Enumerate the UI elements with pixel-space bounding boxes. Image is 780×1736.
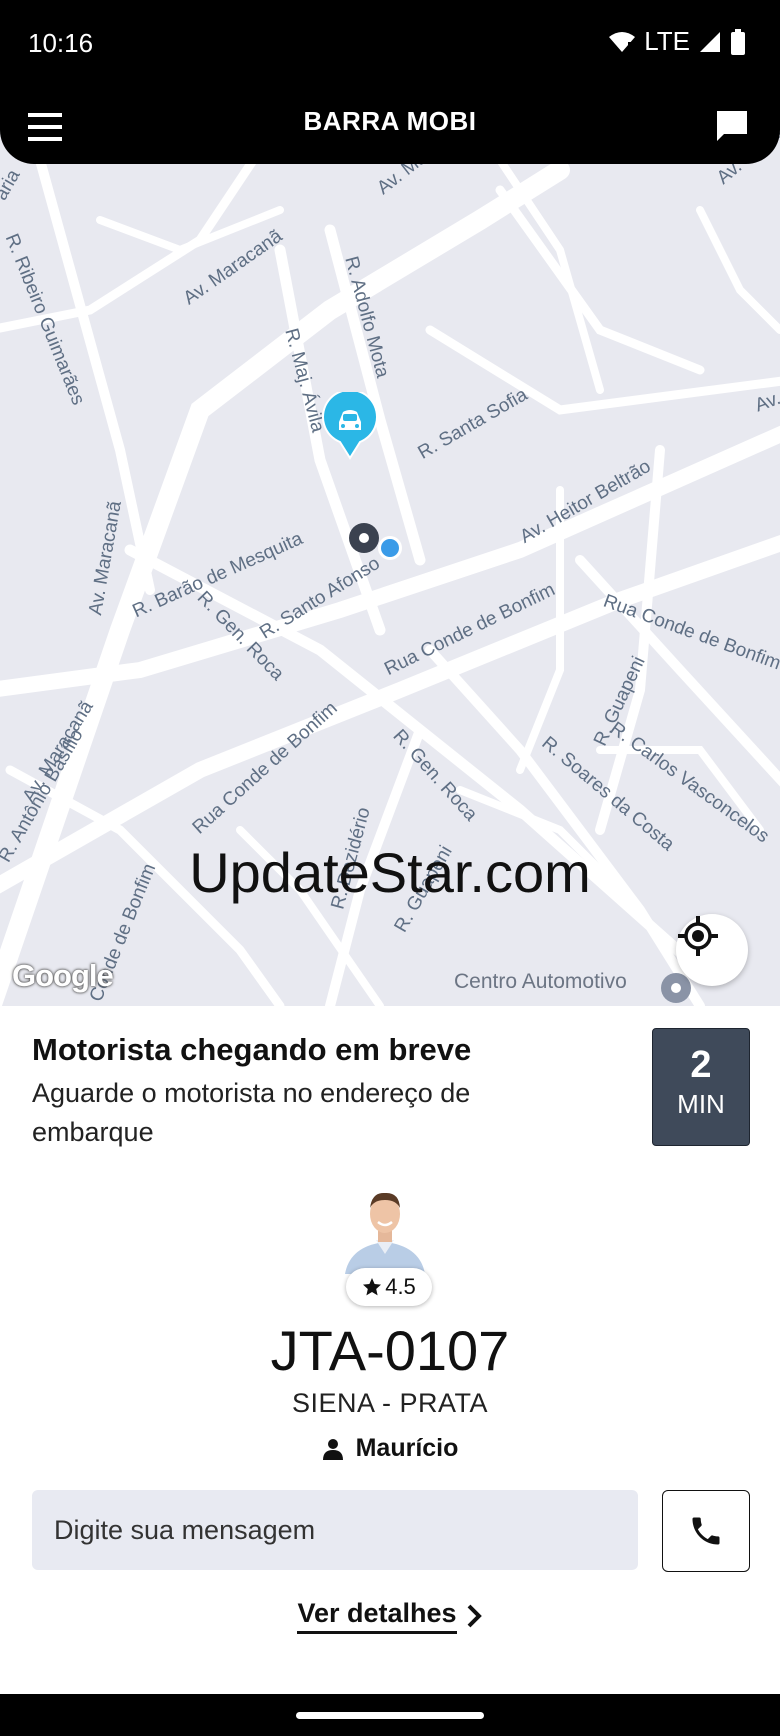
driver-avatar: [340, 1184, 430, 1274]
car-marker-icon: [322, 392, 378, 460]
details-label: Ver detalhes: [297, 1598, 457, 1634]
arrival-title: Motorista chegando em breve: [32, 1032, 472, 1067]
status-icons: LTE: [608, 26, 746, 57]
vehicle-plate: JTA-0107: [270, 1319, 510, 1382]
chevron-right-icon: [467, 1604, 482, 1628]
current-location-icon: [378, 536, 402, 560]
phone-icon: [692, 1517, 720, 1545]
home-gesture-pill[interactable]: [296, 1712, 484, 1719]
network-type: LTE: [644, 26, 690, 56]
map[interactable]: Av. Maracanã Av. Maracanã R. Ribeiro Gui…: [0, 130, 780, 1006]
battery-icon: [731, 28, 745, 55]
watermark: UpdateStar.com: [189, 841, 591, 904]
star-icon: [363, 1278, 382, 1296]
eta-badge: 2 MIN: [652, 1028, 750, 1146]
signal-icon: [700, 31, 720, 52]
driver-rating: 4.5: [346, 1268, 432, 1306]
eta-unit: MIN: [677, 1089, 725, 1119]
chat-icon: [717, 111, 747, 141]
system-nav-bar: [0, 1694, 780, 1736]
message-input[interactable]: [32, 1490, 638, 1570]
vehicle-model: SIENA - PRATA: [291, 1388, 489, 1418]
person-icon: [322, 1438, 343, 1460]
pickup-marker-icon: [349, 523, 379, 553]
app-bar: BARRA MOBI: [0, 90, 780, 164]
wifi-icon: [609, 31, 636, 53]
poi-marker-icon: [661, 973, 691, 1003]
trip-sheet: Motorista chegando em breve Aguarde o mo…: [0, 1006, 780, 1694]
status-time: 10:16: [28, 28, 94, 58]
poi-label: Centro Automotivo: [454, 970, 627, 993]
driver-name-row: Maurício: [0, 1434, 780, 1463]
rating-value: 4.5: [385, 1274, 416, 1299]
status-bar: 10:16 LTE: [0, 0, 780, 90]
driver-name: Maurício: [355, 1434, 459, 1462]
chat-button[interactable]: [714, 108, 750, 144]
details-link[interactable]: Ver detalhes: [0, 1598, 780, 1634]
locate-button[interactable]: [676, 914, 748, 986]
crosshair-icon: [678, 916, 718, 956]
google-logo: Google: [12, 958, 114, 993]
call-button[interactable]: [662, 1490, 750, 1572]
eta-value: 2: [690, 1044, 712, 1086]
app-title: BARRA MOBI: [303, 106, 477, 136]
arrival-subtitle: Aguarde o motorista no endereço de embar…: [32, 1078, 471, 1147]
